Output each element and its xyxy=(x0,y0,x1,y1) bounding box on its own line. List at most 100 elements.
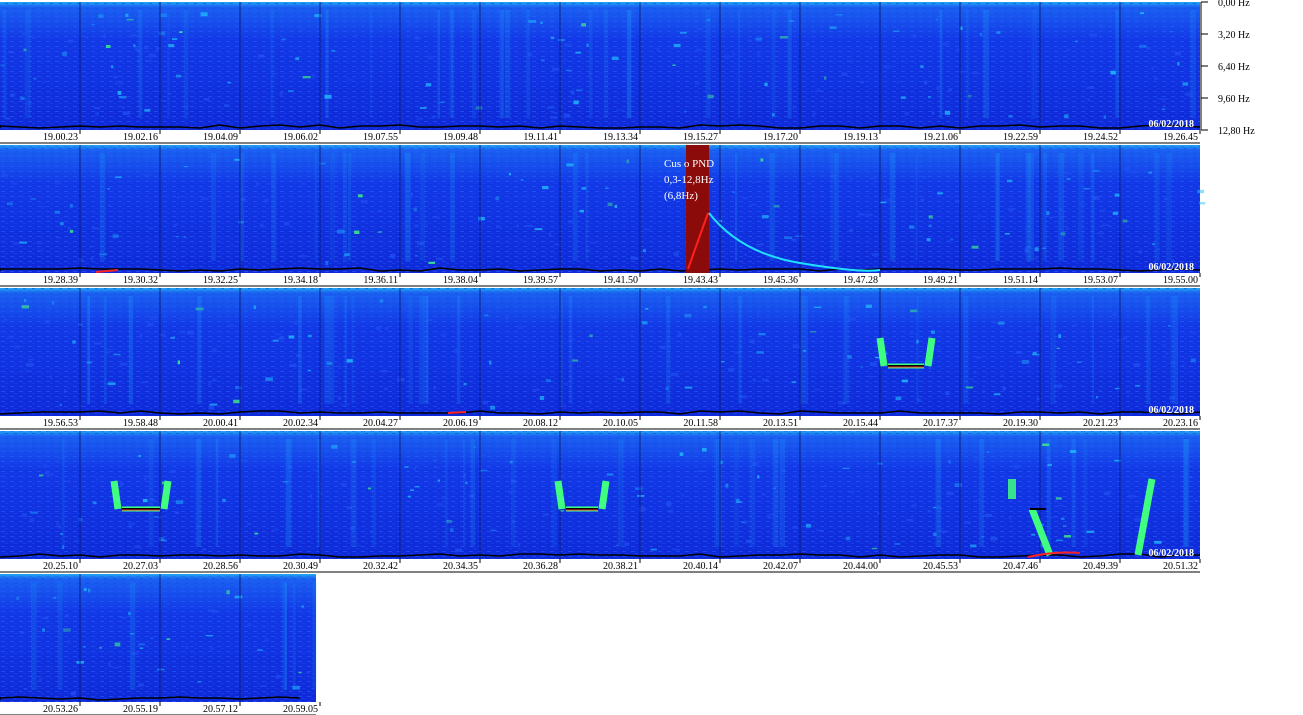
spectral-speckle xyxy=(144,60,153,62)
spectral-column xyxy=(271,153,277,261)
spectral-column xyxy=(420,153,426,261)
spectral-speckle xyxy=(920,65,924,68)
spectral-speckle xyxy=(68,39,74,43)
time-tick-label: 19.11.41 xyxy=(523,132,558,143)
spectral-speckle xyxy=(749,339,755,344)
time-tick-label: 19.43.43 xyxy=(683,275,718,286)
spectral-speckle xyxy=(824,76,827,80)
spectral-speckle xyxy=(4,318,7,321)
spectral-speckle xyxy=(300,442,305,445)
spectral-speckle xyxy=(24,298,27,302)
time-tick-label: 19.56.53 xyxy=(43,418,78,429)
spectral-speckle xyxy=(900,96,906,99)
spectral-speckle xyxy=(572,359,578,362)
spectral-speckle xyxy=(58,457,66,459)
spectral-speckle xyxy=(1008,517,1012,520)
spectral-speckle xyxy=(264,639,269,642)
spectral-speckle xyxy=(159,539,167,542)
spectral-column xyxy=(830,153,836,261)
spectral-speckle xyxy=(1071,324,1078,327)
spectral-speckle xyxy=(356,544,361,547)
spectral-speckle xyxy=(792,344,801,349)
spectral-speckle xyxy=(935,18,938,21)
spectral-speckle xyxy=(133,545,141,549)
spectral-speckle xyxy=(946,492,954,495)
spectral-speckle xyxy=(611,56,619,60)
spectral-speckle xyxy=(455,548,463,552)
spectral-speckle xyxy=(756,311,760,316)
spectral-speckle xyxy=(542,513,549,516)
spectral-speckle xyxy=(791,381,797,384)
spectral-speckle xyxy=(1151,67,1154,70)
spectral-column xyxy=(472,10,477,118)
spectral-column xyxy=(889,153,896,261)
spectral-speckle xyxy=(565,69,572,72)
spectral-speckle xyxy=(513,155,519,159)
spectral-speckle xyxy=(184,166,189,168)
spectral-column xyxy=(103,296,107,404)
spectral-column xyxy=(589,10,593,118)
spectral-speckle xyxy=(362,459,367,462)
spectral-speckle xyxy=(1,174,8,178)
spectral-speckle xyxy=(684,386,693,389)
spectral-column xyxy=(325,10,329,118)
spectral-speckle xyxy=(1164,352,1169,355)
spectral-column xyxy=(314,153,318,261)
spectral-speckle xyxy=(301,183,306,185)
spectral-speckle xyxy=(1050,516,1058,518)
spectral-speckle xyxy=(732,53,735,55)
spectral-column xyxy=(1146,296,1151,404)
spectral-speckle xyxy=(555,28,561,31)
time-tick-label: 20.40.14 xyxy=(683,561,718,572)
spectral-speckle xyxy=(1066,49,1070,51)
frequency-axis: 0,00 Hz 3,20 Hz 6,40 Hz 9,60 Hz 12,80 Hz xyxy=(1200,0,1255,137)
spectral-column xyxy=(979,439,984,547)
spectral-speckle xyxy=(483,314,489,317)
spectral-speckle xyxy=(264,199,269,203)
spectral-speckle xyxy=(247,623,252,627)
spectral-column xyxy=(734,439,739,547)
spectral-speckle xyxy=(275,674,281,679)
spectral-column xyxy=(769,153,776,261)
spectral-speckle xyxy=(972,161,976,165)
bracket-edge xyxy=(160,480,172,510)
time-tick-label: 20.15.44 xyxy=(843,418,878,429)
spectral-speckle xyxy=(413,224,419,228)
spectral-speckle xyxy=(414,486,420,488)
spectral-speckle xyxy=(272,339,279,342)
spectral-speckle xyxy=(118,96,127,99)
spectral-speckle xyxy=(131,158,139,162)
spectral-speckle xyxy=(87,165,95,167)
spectral-speckle xyxy=(508,172,512,176)
spectral-speckle xyxy=(694,380,697,383)
spectral-speckle xyxy=(1013,464,1020,469)
spectral-column xyxy=(771,10,776,118)
spectral-speckle xyxy=(542,186,549,190)
spectral-column xyxy=(560,296,563,404)
spectral-speckle xyxy=(1034,256,1038,260)
spectral-speckle xyxy=(376,326,381,331)
spectral-column xyxy=(1031,10,1037,118)
bracket-edge xyxy=(924,337,936,367)
spectral-speckle xyxy=(1154,77,1158,80)
spectral-speckle xyxy=(308,334,312,338)
spectral-speckle xyxy=(254,390,259,393)
spectral-speckle xyxy=(30,198,36,200)
spectral-speckle xyxy=(99,646,102,649)
spectral-speckle xyxy=(465,481,468,485)
spectral-speckle xyxy=(125,13,129,17)
spectral-column xyxy=(330,153,335,261)
spectral-speckle xyxy=(975,356,981,359)
spectral-speckle xyxy=(257,649,263,651)
spectral-speckle xyxy=(119,590,124,592)
spectral-column xyxy=(408,296,413,404)
spectral-speckle xyxy=(971,245,979,249)
spectrogram-noise xyxy=(0,574,316,702)
spectral-speckle xyxy=(517,543,521,547)
spectral-speckle xyxy=(331,445,338,449)
spectral-speckle xyxy=(1066,177,1071,181)
spectral-speckle xyxy=(309,494,312,498)
spectral-column xyxy=(526,10,530,118)
date-label: 06/02/2018 xyxy=(1148,548,1194,559)
time-tick-label: 19.22.59 xyxy=(1003,132,1038,143)
